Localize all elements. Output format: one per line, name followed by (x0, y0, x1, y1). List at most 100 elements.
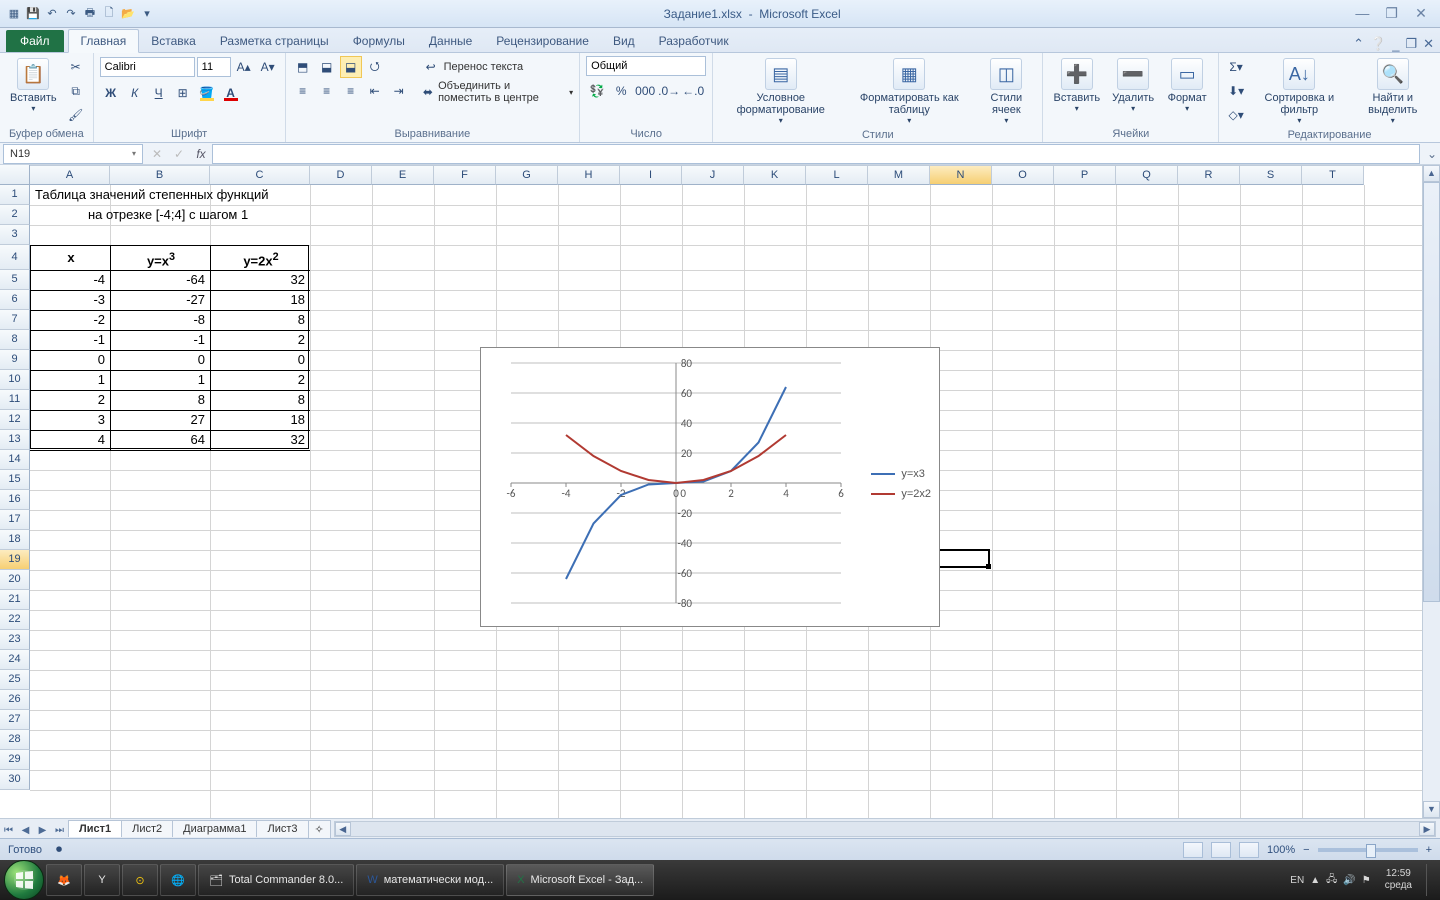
column-header[interactable]: K (744, 166, 806, 185)
vertical-scrollbar[interactable]: ▲ ▼ (1422, 165, 1440, 818)
taskbar-app[interactable]: XMicrosoft Excel - Зад... (506, 864, 654, 896)
zoom-level[interactable]: 100% (1267, 844, 1295, 856)
legend-item[interactable]: y=2x2 (871, 488, 931, 500)
column-header[interactable]: O (992, 166, 1054, 185)
ribbon-tab[interactable]: Данные (417, 30, 484, 52)
row-header[interactable]: 12 (0, 410, 30, 430)
column-header[interactable]: N (930, 166, 992, 185)
row-header[interactable]: 22 (0, 610, 30, 630)
column-header[interactable]: G (496, 166, 558, 185)
row-header[interactable]: 18 (0, 530, 30, 550)
sheet-title[interactable]: Таблица значений степенных функций (32, 185, 272, 205)
row-header[interactable]: 19 (0, 550, 30, 570)
tray-icon[interactable]: 🖧 (1326, 872, 1337, 889)
autosum-icon[interactable]: Σ▾ (1225, 56, 1247, 78)
currency-icon[interactable]: 💱 (586, 80, 608, 102)
font-color-icon[interactable]: A (220, 82, 242, 104)
scroll-up-icon[interactable]: ▲ (1423, 165, 1440, 182)
help-icon[interactable]: ❔ (1370, 36, 1386, 52)
enter-formula-icon[interactable]: ✓ (168, 147, 190, 161)
inc-decimal-icon[interactable]: .0→ (658, 80, 680, 102)
cond-format-button[interactable]: ▤Условное форматирование▾ (719, 56, 842, 127)
align-top-icon[interactable]: ⬒ (292, 56, 314, 78)
column-header[interactable]: T (1302, 166, 1364, 185)
find-select-button[interactable]: 🔍Найти и выделить▾ (1352, 56, 1434, 127)
grow-font-icon[interactable]: A▴ (233, 56, 255, 78)
column-header[interactable]: F (434, 166, 496, 185)
bold-icon[interactable]: Ж (100, 82, 122, 104)
qa-icon[interactable]: 🗋 (101, 6, 117, 22)
fill-icon[interactable]: ⬇▾ (1225, 80, 1247, 102)
row-header[interactable]: 16 (0, 490, 30, 510)
doc-restore-icon[interactable]: ❐ (1405, 36, 1417, 52)
sheet-tab[interactable]: Лист2 (121, 820, 173, 837)
row-header[interactable]: 13 (0, 430, 30, 450)
column-header[interactable]: E (372, 166, 434, 185)
align-bottom-icon[interactable]: ⬓ (340, 56, 362, 78)
start-button[interactable] (4, 860, 44, 900)
file-tab[interactable]: Файл (6, 30, 64, 52)
qa-dropdown-icon[interactable]: ▾ (139, 6, 155, 22)
ribbon-tab[interactable]: Вид (601, 30, 647, 52)
row-header[interactable]: 25 (0, 670, 30, 690)
row-header[interactable]: 29 (0, 750, 30, 770)
italic-icon[interactable]: К (124, 82, 146, 104)
number-format-select[interactable] (586, 56, 706, 76)
merge-center-button[interactable]: ⬌ Объединить и поместить в центре ▾ (420, 80, 574, 104)
column-header[interactable]: M (868, 166, 930, 185)
worksheet-grid[interactable]: ABCDEFGHIJKLMNOPQRST 1234567891011121314… (0, 165, 1440, 818)
row-header[interactable]: 3 (0, 225, 30, 245)
expand-formula-bar-icon[interactable]: ⌄ (1424, 147, 1440, 161)
align-center-icon[interactable]: ≡ (316, 80, 338, 102)
indent-dec-icon[interactable]: ⇤ (364, 80, 386, 102)
column-header[interactable]: B (110, 166, 210, 185)
row-header[interactable]: 27 (0, 710, 30, 730)
tray-icon[interactable]: ▲ (1310, 875, 1320, 886)
tray-icon[interactable]: 🔊 (1343, 875, 1355, 886)
cut-icon[interactable]: ✂ (65, 56, 87, 78)
borders-icon[interactable]: ⊞ (172, 82, 194, 104)
horizontal-scrollbar[interactable]: ◀ ▶ (334, 821, 1436, 837)
align-right-icon[interactable]: ≡ (340, 80, 362, 102)
ribbon-tab[interactable]: Разметка страницы (208, 30, 341, 52)
delete-cells-button[interactable]: ➖Удалить▾ (1108, 56, 1158, 115)
font-size-select[interactable] (197, 57, 231, 77)
column-headers[interactable]: ABCDEFGHIJKLMNOPQRST (30, 165, 1422, 185)
cell-styles-button[interactable]: ◫Стили ячеек▾ (976, 56, 1036, 127)
sheet-tab[interactable]: Диаграмма1 (172, 820, 257, 837)
column-header[interactable]: I (620, 166, 682, 185)
lang-indicator[interactable]: EN (1290, 875, 1304, 886)
column-header[interactable]: D (310, 166, 372, 185)
new-sheet-button[interactable]: ✧ (308, 820, 331, 838)
sheet-nav[interactable]: ⏮◀▶⏭ (0, 822, 68, 836)
doc-close-icon[interactable]: ✕ (1423, 36, 1434, 52)
embedded-chart[interactable]: -6-4-20246-80-60-40-20204060800y=x3y=2x2 (480, 347, 940, 627)
paste-button[interactable]: 📋 Вставить ▾ (6, 56, 61, 115)
align-middle-icon[interactable]: ⬓ (316, 56, 338, 78)
taskbar-pinned[interactable]: 🌐 (160, 864, 196, 896)
comma-icon[interactable]: 000 (634, 80, 656, 102)
shrink-font-icon[interactable]: A▾ (257, 56, 279, 78)
zoom-out-button[interactable]: − (1303, 844, 1309, 856)
row-header[interactable]: 21 (0, 590, 30, 610)
scroll-left-icon[interactable]: ◀ (335, 822, 351, 836)
copy-icon[interactable]: ⧉ (65, 80, 87, 102)
zoom-in-button[interactable]: + (1426, 844, 1432, 856)
sheet-subtitle[interactable]: на отрезке [-4;4] с шагом 1 (85, 205, 251, 225)
redo-icon[interactable]: ↷ (63, 6, 79, 22)
row-header[interactable]: 9 (0, 350, 30, 370)
column-header[interactable]: P (1054, 166, 1116, 185)
sort-filter-button[interactable]: A↓Сортировка и фильтр▾ (1251, 56, 1347, 127)
taskbar-app[interactable]: Wматематически мод... (356, 864, 504, 896)
sheet-tab[interactable]: Лист3 (256, 820, 308, 837)
page-layout-view-button[interactable] (1211, 842, 1231, 858)
doc-minimize-icon[interactable]: _ (1392, 37, 1399, 52)
name-box[interactable]: N19▾ (3, 144, 143, 164)
row-header[interactable]: 14 (0, 450, 30, 470)
qa-icon[interactable]: 📂 (120, 6, 136, 22)
tray-icon[interactable]: ⚑ (1362, 875, 1371, 886)
page-break-view-button[interactable] (1239, 842, 1259, 858)
row-header[interactable]: 7 (0, 310, 30, 330)
row-header[interactable]: 1 (0, 185, 30, 205)
show-desktop-button[interactable] (1426, 864, 1436, 896)
